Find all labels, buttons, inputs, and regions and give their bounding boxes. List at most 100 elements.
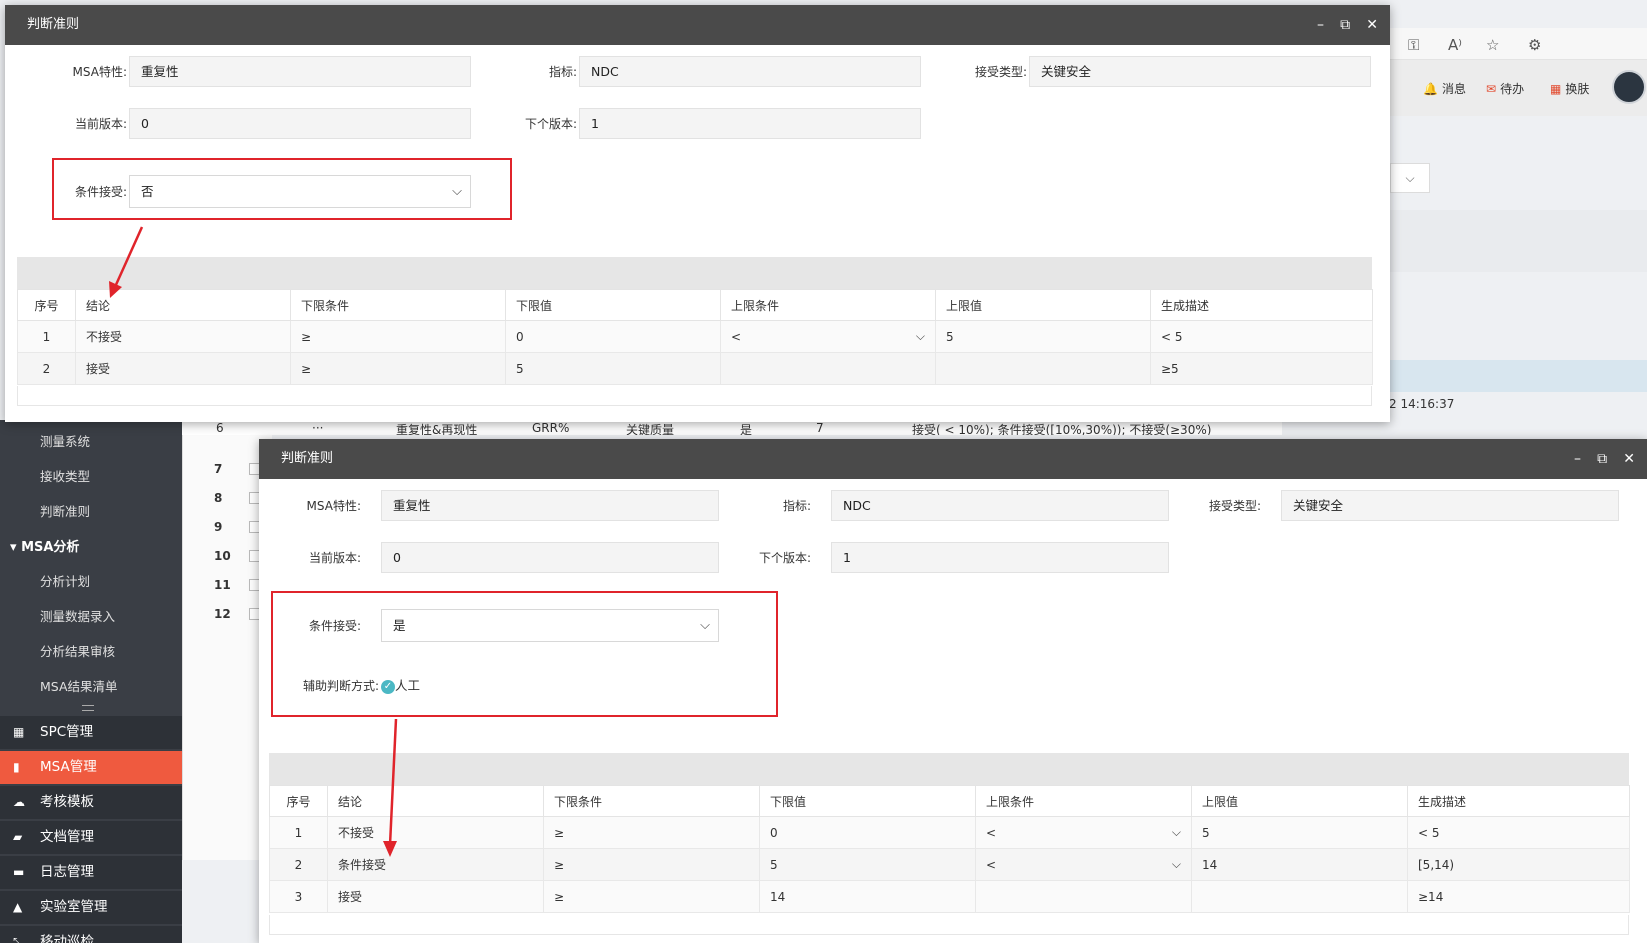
conditional-accept-select[interactable]: 否 ⌵ [129,175,471,208]
background-row-6[interactable]: 6 ··· 重复性&再现性 GRR% 关键质量 是 7 接受( < 10%); … [182,421,1282,435]
cell-upper-value[interactable] [935,352,1151,385]
sidebar-item-review[interactable]: 分析结果审核 [40,641,115,660]
next-version-field[interactable]: 1 [831,542,1169,573]
cell-upper-value[interactable]: 5 [935,320,1151,353]
accept-type-field[interactable]: 关键安全 [1281,490,1619,521]
cell-conclusion[interactable]: 条件接受 [327,848,544,881]
sidebar-item-lab[interactable]: ▲ 实验室管理 [0,891,182,924]
window-controls: – ⧉ ✕ [1305,5,1378,46]
msa-characteristic-label: MSA特性: [306,499,361,513]
cell-lower-cond[interactable]: ≥ [290,320,506,353]
maximize-icon[interactable]: ⧉ [1597,451,1607,467]
cell-conclusion[interactable]: 不接受 [327,816,544,849]
column-header-upper-cond: 上限条件 [720,289,936,321]
cell-lower-value[interactable]: 14 [759,880,976,913]
cell-conclusion[interactable]: 接受 [75,352,291,385]
cell-conclusion[interactable]: 不接受 [75,320,291,353]
cell-upper-value[interactable]: 5 [1191,816,1408,849]
comment-icon: ▬ [13,865,25,879]
accept-type-label: 接受类型: [974,65,1027,79]
cell-index: 1 [269,816,328,849]
cell-index: 2 [269,848,328,881]
current-version-label: 当前版本: [308,551,361,565]
cell-lower-value[interactable]: 5 [759,848,976,881]
msa-characteristic-field[interactable]: 重复性 [129,56,471,87]
sidebar-item-documents[interactable]: ▰ 文档管理 [0,821,182,854]
sidebar-item-receive-type[interactable]: 接收类型 [40,466,90,485]
todo-link[interactable]: ✉ 待办 [1486,80,1524,97]
skin-link[interactable]: ▦ 换肤 [1550,80,1589,97]
indicator-field[interactable]: NDC [831,490,1169,521]
drag-handle-icon[interactable] [82,705,94,711]
cell-lower-value[interactable]: 5 [505,352,721,385]
grid-icon: ▦ [13,725,25,739]
cell-lower-cond[interactable]: ≥ [290,352,506,385]
background-select[interactable]: ⌵ [1390,163,1430,193]
chevron-down-icon: ⌵ [700,618,710,633]
cloud-icon: ☁ [13,795,25,809]
cell-lower-value[interactable]: 0 [759,816,976,849]
cell-conclusion[interactable]: 接受 [327,880,544,913]
folder-icon: ▰ [13,830,23,844]
conditional-accept-label: 条件接受: [74,185,127,199]
favorite-icon[interactable]: ☆ [1486,36,1499,54]
column-header-description: 生成描述 [1150,289,1373,321]
cell-lower-cond[interactable]: ≥ [543,816,760,849]
aux-judge-option[interactable]: ✓ 人工 [381,675,420,694]
sidebar-item-template[interactable]: ☁ 考核模板 [0,786,182,819]
cell-upper-cond[interactable] [720,352,936,385]
read-aloud-icon[interactable]: A⁾ [1448,36,1462,54]
avatar[interactable] [1612,70,1646,104]
msa-characteristic-label: MSA特性: [72,65,127,79]
close-icon[interactable]: ✕ [1623,451,1635,467]
extensions-icon[interactable]: ⚙ [1528,36,1541,54]
column-header-upper-value: 上限值 [935,289,1151,321]
accept-type-field[interactable]: 关键安全 [1029,56,1371,87]
sidebar-item-result-list[interactable]: MSA结果清单 [40,676,118,695]
expand-icon: ⤡ [13,935,23,943]
conditional-accept-select[interactable]: 是 ⌵ [381,609,719,642]
conditional-accept-label: 条件接受: [308,619,361,633]
current-version-field[interactable]: 0 [129,108,471,139]
sidebar-item-logs[interactable]: ▬ 日志管理 [0,856,182,889]
messages-link[interactable]: 🔔 消息 [1423,80,1466,97]
key-icon[interactable]: ⚿ [1408,36,1419,54]
maximize-icon[interactable]: ⧉ [1340,17,1350,33]
table-row[interactable]: 2 接受 ≥ 5 ≥5 [17,352,1373,385]
minimize-icon[interactable]: – [1317,17,1324,33]
next-version-field[interactable]: 1 [579,108,921,139]
column-header-lower-cond: 下限条件 [543,785,760,817]
cell-upper-cond[interactable]: < ⌵ [975,848,1192,881]
grid-footer [17,386,1372,406]
cell-upper-value[interactable]: 14 [1191,848,1408,881]
sidebar-item-measure-system[interactable]: 测量系统 [40,431,90,450]
cell-upper-cond[interactable]: < ⌵ [975,816,1192,849]
sidebar-item-spc[interactable]: ▦ SPC管理 [0,716,182,749]
cell-lower-value[interactable]: 0 [505,320,721,353]
sidebar-group-msa[interactable]: ▾ MSA分析 [10,536,79,555]
cell-upper-cond[interactable]: < ⌵ [720,320,936,353]
table-row[interactable]: 3 接受 ≥ 14 ≥14 [269,880,1630,913]
sidebar-item-msa[interactable]: ▮ MSA管理 [0,751,182,784]
document-icon: ▮ [13,760,20,774]
current-version-field[interactable]: 0 [381,542,719,573]
sidebar-item-data-entry[interactable]: 测量数据录入 [40,606,115,625]
table-row[interactable]: 1 不接受 ≥ 0 < ⌵ 5 < 5 [269,816,1630,849]
close-icon[interactable]: ✕ [1366,17,1378,33]
next-version-label: 下个版本: [524,117,577,131]
table-row[interactable]: 2 条件接受 ≥ 5 < ⌵ 14 [5,14) [269,848,1630,881]
cell-upper-value[interactable] [1191,880,1408,913]
sidebar-item-judgement[interactable]: 判断准则 [40,501,90,520]
table-row[interactable]: 1 不接受 ≥ 0 < ⌵ 5 < 5 [17,320,1373,353]
cell-lower-cond[interactable]: ≥ [543,848,760,881]
cell-index: 1 [17,320,76,353]
sidebar-item-plan[interactable]: 分析计划 [40,571,90,590]
window-controls: – ⧉ ✕ [1562,439,1635,480]
judgement-dialog-1: 判断准则 – ⧉ ✕ MSA特性: 重复性 指标: NDC 接受类型: 关键安全… [5,5,1390,422]
msa-characteristic-field[interactable]: 重复性 [381,490,719,521]
cell-upper-cond[interactable] [975,880,1192,913]
cell-lower-cond[interactable]: ≥ [543,880,760,913]
indicator-field[interactable]: NDC [579,56,921,87]
minimize-icon[interactable]: – [1574,451,1581,467]
sidebar-item-patrol[interactable]: ⤡ 移动巡检 [0,926,182,943]
